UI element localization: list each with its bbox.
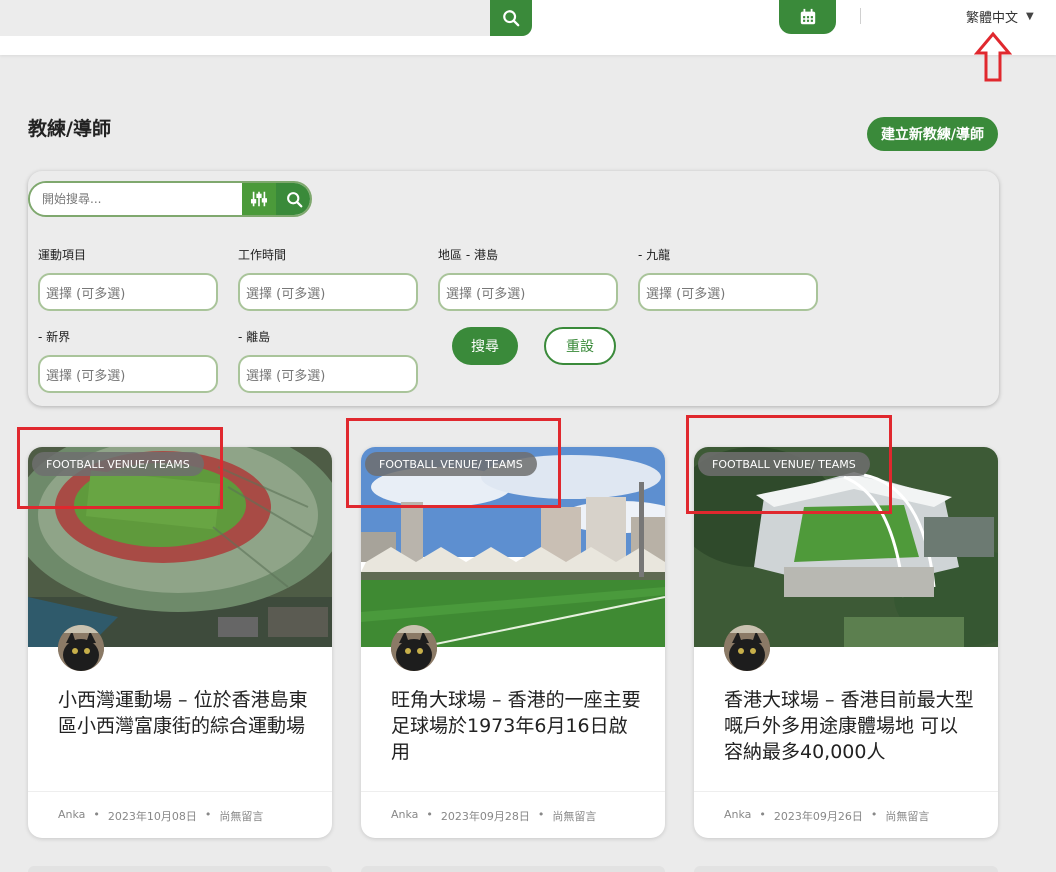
new-territories-filter-label: - 新界: [38, 330, 71, 344]
author-avatar[interactable]: [391, 625, 437, 671]
card-meta: Anka • 2023年09月28日 • 尚無留言: [391, 808, 596, 824]
author-name[interactable]: Anka: [724, 808, 751, 824]
author-avatar[interactable]: [724, 625, 770, 671]
meta-dot: •: [537, 808, 545, 821]
sport-filter-label: 運動項目: [38, 248, 87, 262]
top-search-button[interactable]: [490, 0, 532, 36]
islands-filter-select[interactable]: 選擇 (可多選): [238, 355, 418, 393]
card-title[interactable]: 旺角大球場 – 香港的一座主要足球場於1973年6月16日啟用: [391, 687, 641, 765]
search-icon: [286, 191, 302, 207]
meta-dot: •: [870, 808, 878, 821]
language-selector[interactable]: 繁體中文 ▼: [966, 7, 1034, 26]
topbar-divider: [860, 8, 861, 24]
filter-panel: 運動項目 選擇 (可多選) 工作時間 選擇 (可多選) 地區 - 港島 選擇 (…: [28, 171, 999, 406]
card-meta: Anka • 2023年10月08日 • 尚無留言: [58, 808, 263, 824]
meta-dot: •: [93, 808, 100, 821]
comment-count[interactable]: 尚無留言: [552, 808, 596, 824]
card-divider: [694, 791, 998, 792]
search-icon: [503, 10, 520, 27]
calendar-button[interactable]: [779, 0, 836, 34]
meta-dot: •: [204, 808, 212, 821]
author-name[interactable]: Anka: [391, 808, 418, 824]
post-date: 2023年09月26日: [773, 810, 863, 823]
search-button[interactable]: 搜尋: [452, 327, 518, 365]
card-divider: [28, 791, 332, 792]
meta-dot: •: [426, 808, 433, 821]
keyword-search-input[interactable]: [30, 183, 242, 215]
annotation-highlight-box: [17, 427, 223, 509]
author-avatar[interactable]: [58, 625, 104, 671]
kowloon-filter-label: - 九龍: [638, 248, 671, 262]
kowloon-filter-select[interactable]: 選擇 (可多選): [638, 273, 818, 311]
sport-filter-select[interactable]: 選擇 (可多選): [38, 273, 218, 311]
create-coach-button[interactable]: 建立新教練/導師: [867, 117, 998, 151]
next-card-edge: [694, 866, 998, 872]
meta-dot: •: [759, 808, 766, 821]
top-bar: 繁體中文 ▼: [0, 0, 1056, 55]
annotation-up-arrow-icon: [974, 31, 1012, 82]
card-divider: [361, 791, 665, 792]
author-name[interactable]: Anka: [58, 808, 85, 824]
next-card-edge: [28, 866, 332, 872]
top-search-input[interactable]: [0, 0, 492, 36]
comment-count[interactable]: 尚無留言: [885, 808, 929, 824]
keyword-search: [28, 181, 312, 217]
hk-island-filter-select[interactable]: 選擇 (可多選): [438, 273, 618, 311]
post-date: 2023年10月08日: [107, 810, 197, 823]
annotation-highlight-box: [346, 418, 561, 508]
sliders-icon: [250, 191, 268, 207]
page-title: 教練/導師: [28, 118, 111, 140]
new-territories-filter-select[interactable]: 選擇 (可多選): [38, 355, 218, 393]
comment-count[interactable]: 尚無留言: [219, 808, 263, 824]
hk-island-filter-label: 地區 - 港島: [438, 248, 498, 262]
reset-button[interactable]: 重設: [544, 327, 616, 365]
keyword-search-button[interactable]: [276, 183, 310, 215]
calendar-icon: [800, 8, 815, 25]
islands-filter-label: - 離島: [238, 330, 271, 344]
work-time-filter-label: 工作時間: [238, 248, 287, 262]
language-label: 繁體中文: [966, 11, 1019, 26]
filter-toggle-button[interactable]: [242, 183, 276, 215]
card-title[interactable]: 香港大球場 – 香港目前最大型嘅戶外多用途康體場地 可以容納最多40,000人: [724, 687, 974, 765]
work-time-filter-select[interactable]: 選擇 (可多選): [238, 273, 418, 311]
card-title[interactable]: 小西灣運動場 – 位於香港島東區小西灣富康街的綜合運動場: [58, 687, 308, 739]
card-meta: Anka • 2023年09月26日 • 尚無留言: [724, 808, 929, 824]
annotation-highlight-box: [686, 415, 892, 514]
post-date: 2023年09月28日: [440, 810, 530, 823]
next-card-edge: [361, 866, 665, 872]
chevron-down-icon: ▼: [1026, 11, 1034, 22]
